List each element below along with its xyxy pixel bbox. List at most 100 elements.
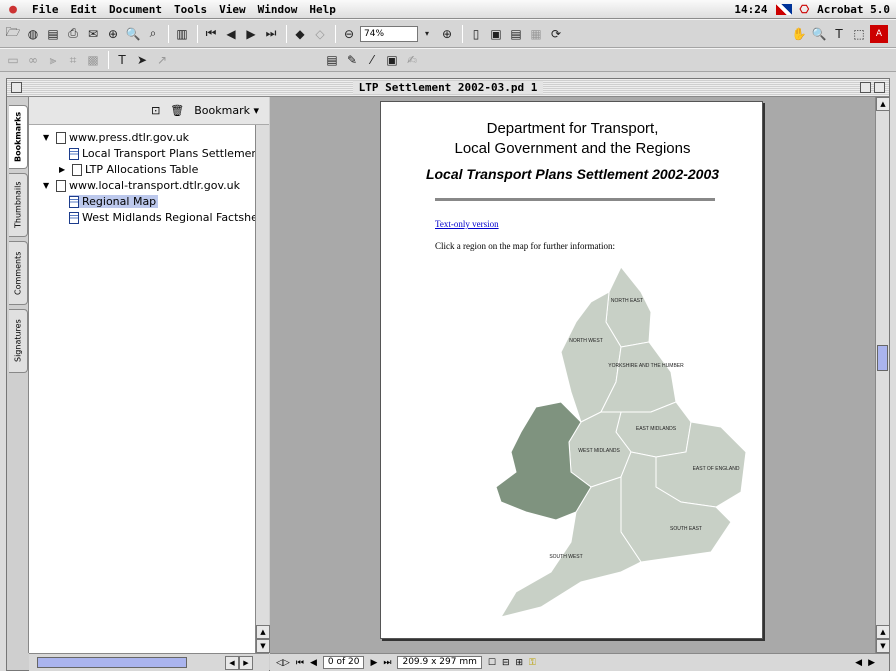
nav-scroll-thumb[interactable] xyxy=(37,657,187,668)
scroll-left-icon[interactable]: ◀ xyxy=(225,656,239,670)
highlight-tool-icon[interactable]: ⁄ xyxy=(363,51,381,69)
bookmark-item-selected[interactable]: Regional Map xyxy=(69,195,159,208)
find-icon[interactable]: ⌕ xyxy=(144,25,162,43)
app-name[interactable]: Acrobat 5.0 xyxy=(817,3,890,16)
page-layout-icon[interactable]: ◁▷ xyxy=(276,658,290,668)
page-number-field[interactable]: 0 of 20 xyxy=(322,656,365,669)
bookmark-menu[interactable]: Bookmark ▾ xyxy=(194,104,259,117)
fit-page-icon[interactable]: ▣ xyxy=(487,25,505,43)
text-only-link[interactable]: Text-only version xyxy=(435,219,499,229)
bookmark-item[interactable]: ▶ LTP Allocations Table xyxy=(59,163,198,176)
scroll-down-icon[interactable]: ▼ xyxy=(876,639,890,653)
go-back-icon[interactable]: ◆ xyxy=(291,25,309,43)
prev-page-icon[interactable]: ◀ xyxy=(222,25,240,43)
collapsed-triangle-icon[interactable]: ▶ xyxy=(59,165,69,174)
search-icon[interactable]: 🔍 xyxy=(124,25,142,43)
scroll-right-icon[interactable]: ▶ xyxy=(239,656,253,670)
menu-document[interactable]: Document xyxy=(103,3,168,16)
collapse-box-icon[interactable] xyxy=(874,82,885,93)
document-scroll-thumb[interactable] xyxy=(877,345,888,371)
bookmark-item[interactable]: ▼ www.press.dtlr.gov.uk xyxy=(43,131,189,144)
flag-icon[interactable] xyxy=(775,3,792,15)
trash-icon[interactable]: 🗑 xyxy=(170,104,184,117)
bookmark-item[interactable]: West Midlands Regional Factshee xyxy=(69,211,265,224)
document-scrollbar[interactable]: ▲ ▲ ▼ xyxy=(875,97,890,671)
menu-edit[interactable]: Edit xyxy=(65,3,104,16)
tab-signatures[interactable]: Signatures xyxy=(9,309,28,373)
key-icon[interactable]: ⚿ xyxy=(529,658,536,668)
scroll-up-icon[interactable]: ▲ xyxy=(876,97,890,111)
expanded-triangle-icon[interactable]: ▼ xyxy=(43,133,53,142)
bookmarks-scrollbar[interactable]: ▲ ▼ xyxy=(255,125,270,653)
web-capture-icon[interactable]: ◍ xyxy=(24,25,42,43)
zoom-box-icon[interactable] xyxy=(860,82,871,93)
new-bookmark-icon[interactable]: ⊡ xyxy=(151,104,160,117)
scroll-up-icon[interactable]: ▲ xyxy=(876,625,890,639)
hand-tool-icon[interactable]: ✋ xyxy=(790,25,808,43)
continuous-icon[interactable]: ⊟ xyxy=(502,658,510,668)
document-view[interactable]: Department for Transport, Local Governme… xyxy=(270,97,875,653)
pdf-page[interactable]: Department for Transport, Local Governme… xyxy=(380,101,763,639)
touchup-order-icon[interactable]: ↗ xyxy=(153,51,171,69)
text-select-icon[interactable]: T xyxy=(830,25,848,43)
first-page-icon[interactable]: ⏮ xyxy=(296,658,304,668)
bookmark-item[interactable]: ▼ www.local-transport.dtlr.gov.uk xyxy=(43,179,240,192)
menu-help[interactable]: Help xyxy=(303,3,342,16)
rotate-icon[interactable]: ⟳ xyxy=(547,25,565,43)
expanded-triangle-icon[interactable]: ▼ xyxy=(43,181,53,190)
print-icon[interactable]: ⎙ xyxy=(64,25,82,43)
graphics-select-icon[interactable]: ⬚ xyxy=(850,25,868,43)
hscroll-left-icon[interactable]: ◀ xyxy=(855,658,862,668)
open-icon[interactable]: 🗁 xyxy=(4,25,22,43)
save-icon[interactable]: ▤ xyxy=(44,25,62,43)
touchup-object-icon[interactable]: ➤ xyxy=(133,51,151,69)
first-page-icon[interactable]: ⏮ xyxy=(202,25,220,43)
form-tool-icon[interactable]: ▭ xyxy=(4,51,22,69)
touchup-text-icon[interactable]: T xyxy=(113,51,131,69)
stamp-tool-icon[interactable]: ▣ xyxy=(383,51,401,69)
tab-thumbnails[interactable]: Thumbnails xyxy=(9,173,28,237)
scroll-up-icon[interactable]: ▲ xyxy=(256,625,270,639)
menu-view[interactable]: View xyxy=(213,3,252,16)
go-forward-icon[interactable]: ◇ xyxy=(311,25,329,43)
scroll-down-icon[interactable]: ▼ xyxy=(256,639,270,653)
fit-width-icon[interactable]: ▤ xyxy=(507,25,525,43)
nav-hscrollbar[interactable]: ◀ ▶ xyxy=(29,653,269,671)
web-links-icon[interactable]: ⊕ xyxy=(104,25,122,43)
england-regions-map[interactable]: NORTH EAST NORTH WEST YORKSHIRE AND THE … xyxy=(481,262,751,622)
window-titlebar[interactable]: LTP Settlement 2002-03.pd 1 xyxy=(7,79,889,97)
reflow-icon[interactable]: ▦ xyxy=(527,25,545,43)
actual-size-icon[interactable]: ▯ xyxy=(467,25,485,43)
next-page-icon[interactable]: ▶ xyxy=(370,658,377,668)
pencil-tool-icon[interactable]: ✎ xyxy=(343,51,361,69)
menu-window[interactable]: Window xyxy=(252,3,304,16)
nav-pane-icon[interactable]: ▥ xyxy=(173,25,191,43)
facing-pages-icon[interactable]: ⊞ xyxy=(516,658,524,668)
crop-tool-icon[interactable]: ⌗ xyxy=(64,51,82,69)
zoom-tool-icon[interactable]: 🔍 xyxy=(810,25,828,43)
last-page-icon[interactable]: ⏭ xyxy=(383,658,391,668)
zoom-field[interactable]: 74% xyxy=(360,25,418,42)
prev-page-icon[interactable]: ◀ xyxy=(310,658,317,668)
adobe-logo-icon[interactable]: A xyxy=(870,24,888,43)
apple-menu-icon[interactable]: ● xyxy=(0,2,26,17)
menu-file[interactable]: File xyxy=(26,3,65,16)
hscroll-right-icon[interactable]: ▶ xyxy=(868,658,875,668)
link-tool-icon[interactable]: ∞ xyxy=(24,51,42,69)
close-box-icon[interactable] xyxy=(11,82,22,93)
movie-tool-icon[interactable]: ▩ xyxy=(84,51,102,69)
tab-comments[interactable]: Comments xyxy=(9,241,28,305)
next-page-icon[interactable]: ▶ xyxy=(242,25,260,43)
last-page-icon[interactable]: ⏭ xyxy=(262,25,280,43)
signature-tool-icon[interactable]: ✍ xyxy=(403,51,421,69)
zoom-out-icon[interactable]: ⊖ xyxy=(340,25,358,43)
single-page-icon[interactable]: ☐ xyxy=(488,658,496,668)
zoom-dropdown-icon[interactable]: ▾ xyxy=(418,25,436,43)
menu-tools[interactable]: Tools xyxy=(168,3,213,16)
acrobat-app-icon[interactable]: ⎔ xyxy=(800,3,810,16)
email-icon[interactable]: ✉ xyxy=(84,25,102,43)
tab-bookmarks[interactable]: Bookmarks xyxy=(9,105,28,169)
bookmark-item[interactable]: Local Transport Plans Settlement xyxy=(69,147,263,160)
article-tool-icon[interactable]: ⫸ xyxy=(44,51,62,69)
note-tool-icon[interactable]: ▤ xyxy=(323,51,341,69)
